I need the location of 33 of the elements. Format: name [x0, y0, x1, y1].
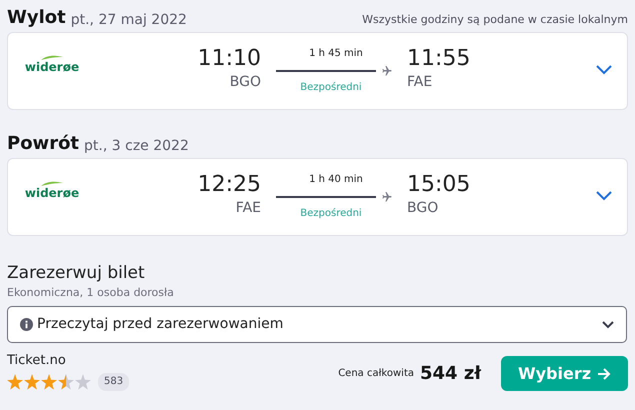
arrival-time: 15:05 [407, 171, 470, 199]
leg-title: Wylot [7, 9, 66, 27]
info-icon [20, 318, 33, 331]
leg-title: Powrót [7, 135, 80, 153]
airport-code: FAE [236, 199, 261, 217]
notice-dropdown[interactable]: Przeczytaj przed zarezerwowaniem [7, 306, 627, 343]
departure-time: 12:25 [198, 171, 261, 199]
booking-title: Zarezerwuj bilet [7, 262, 146, 284]
expand-chevron-icon[interactable] [595, 63, 613, 77]
booking-subtitle: Ekonomiczna, 1 osoba dorosła [7, 286, 175, 300]
timezone-note: Wszystkie godziny są podane w czasie lokalnym [362, 14, 628, 25]
leg-date: pt., 3 cze 2022 [84, 139, 189, 153]
airport-code: FAE [407, 73, 432, 91]
review-count: 583 [98, 373, 130, 391]
airport-code: BGO [230, 73, 261, 91]
airline-logo: widerøe [24, 181, 80, 199]
chevron-down-icon [602, 320, 614, 328]
airport-code: BGO [407, 199, 438, 217]
plane-icon [380, 65, 392, 77]
provider-name: Ticket.no [7, 353, 67, 369]
departure-time: 11:10 [198, 45, 261, 73]
stops-label: Bezpośredni [300, 81, 362, 95]
total-price: 544 zł [420, 362, 481, 386]
stops-label: Bezpośredni [300, 207, 362, 221]
leg-date: pt., 27 maj 2022 [70, 13, 187, 27]
plane-icon [380, 191, 392, 203]
flight-duration: 1 h 45 min [309, 47, 363, 61]
flight-duration: 1 h 40 min [309, 173, 363, 187]
airline-logo: widerøe [24, 55, 80, 73]
arrow-right-icon [597, 368, 612, 380]
expand-chevron-icon[interactable] [595, 189, 613, 203]
arrival-time: 11:55 [407, 45, 470, 73]
price-label: Cena całkowita [338, 367, 414, 381]
